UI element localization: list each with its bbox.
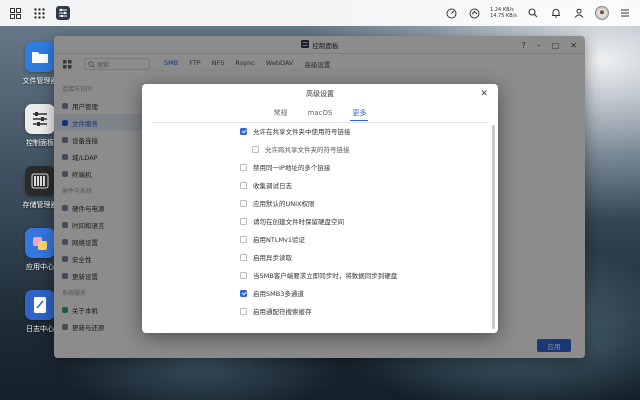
option-async-read[interactable]: 启用异步读取 [240,251,292,263]
checkbox[interactable] [240,127,247,135]
option-label: 应用默认的UNIX权限 [253,200,315,208]
option-label: 启用NTLMv1验证 [253,236,306,244]
checkbox[interactable] [240,271,247,279]
resource-monitor-icon[interactable] [444,6,458,20]
checkbox[interactable] [240,181,247,189]
tab-macos[interactable]: macOS [308,106,333,120]
checkbox[interactable] [240,307,247,315]
folder-icon [25,42,55,72]
option-wildcard-cache[interactable]: 启用通配符搜索缓存 [240,305,312,317]
app-grid-icon[interactable] [32,6,46,20]
dialog-title: 高级设置 [306,90,334,98]
option-smb3-multichannel[interactable]: 启用SMB3多通道 [240,287,304,299]
user-icon[interactable] [572,6,586,20]
desktop-icon-label: 文件管理器 [22,77,58,85]
option-allow-symlinks[interactable]: 允许在共享文件夹中使用符号链接 [240,125,351,137]
option-debug-log[interactable]: 收集调试日志 [240,179,292,191]
option-label: 当SMB客户端要求立即同步时，将数据同步到硬盘 [253,272,398,280]
network-speed: 1.24 KB/s 14.75 KB/s [490,7,517,19]
checkbox[interactable] [252,145,259,153]
advanced-settings-dialog: 高级设置 ✕ 常规 macOS 更多 允许在共享文件夹中使用符号链接 允许跨共享… [142,84,498,333]
option-label: 请勿在创建文件时保留硬盘空间 [253,218,344,226]
option-cross-share-symlinks[interactable]: 允许跨共享文件夹的符号链接 [252,143,350,155]
dialog-scrollbar[interactable] [492,125,495,329]
desktop-icon-label: 控制面板 [26,139,54,147]
tab-general[interactable]: 常规 [274,105,288,121]
storage-drive-icon [25,166,55,196]
option-disable-multi-connections[interactable]: 禁用同一IP地址的多个链接 [240,161,330,173]
checkbox[interactable] [240,235,247,243]
download-speed: 14.75 KB/s [490,13,517,19]
dialog-tabs: 常规 macOS 更多 [142,104,498,122]
avatar[interactable] [595,6,609,20]
control-panel-taskbar-icon[interactable] [56,6,70,20]
option-label: 启用通配符搜索缓存 [253,308,312,316]
option-sync-to-disk[interactable]: 当SMB客户端要求立即同步时，将数据同步到硬盘 [240,269,397,281]
dialog-options-list: 允许在共享文件夹中使用符号链接 允许跨共享文件夹的符号链接 禁用同一IP地址的多… [142,123,498,333]
checkbox[interactable] [240,253,247,261]
desktop-icon-label: 应用中心 [26,263,54,271]
close-icon[interactable]: ✕ [480,89,488,99]
checkbox[interactable] [240,289,247,297]
option-ntlmv1[interactable]: 启用NTLMv1验证 [240,233,305,245]
sliders-icon [25,104,55,134]
more-menu-icon[interactable] [618,6,632,20]
option-no-reserve-space[interactable]: 请勿在创建文件时保留硬盘空间 [240,215,344,227]
top-taskbar: 1.24 KB/s 14.75 KB/s [0,0,640,26]
option-label: 收集调试日志 [253,182,292,190]
checkbox[interactable] [240,163,247,171]
desktop-icon-label: 存储管理器 [22,201,58,209]
dialog-header: 高级设置 ✕ [142,84,498,104]
desktop-icon-label: 日志中心 [26,325,54,333]
option-label: 允许在共享文件夹中使用符号链接 [253,128,351,136]
option-label: 启用异步读取 [253,254,292,262]
checkbox[interactable] [240,217,247,225]
tab-more[interactable]: 更多 [350,105,369,121]
option-unix-permissions[interactable]: 应用默认的UNIX权限 [240,197,315,209]
option-label: 禁用同一IP地址的多个链接 [253,164,331,172]
notification-bell-icon[interactable] [549,6,563,20]
option-label: 允许跨共享文件夹的符号链接 [265,146,350,154]
option-label: 启用SMB3多通道 [253,290,304,298]
search-icon[interactable] [526,6,540,20]
log-document-icon [25,290,55,320]
checkbox[interactable] [240,199,247,207]
app-center-icon [25,228,55,258]
show-desktop-icon[interactable] [8,6,22,20]
network-speed-icon [467,6,481,20]
